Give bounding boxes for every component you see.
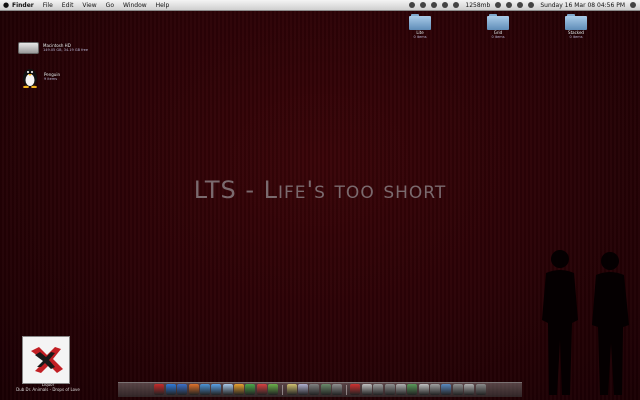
dock-app-icon[interactable] (177, 384, 188, 395)
wifi-icon[interactable] (517, 2, 524, 8)
battery-icon[interactable] (528, 2, 535, 8)
desktop-drive-penguin[interactable]: Penguin 9 items (20, 66, 80, 88)
dock-app-icon[interactable] (320, 384, 331, 395)
volume-icon[interactable] (506, 2, 513, 8)
dock-app-icon[interactable] (211, 384, 222, 395)
folder-icon (487, 14, 509, 30)
dock-app-icon[interactable] (475, 384, 486, 395)
dock-app-icon[interactable] (464, 384, 475, 395)
dock-separator (345, 385, 347, 395)
drive-sub: 149.05 GB, 34.19 GB free (43, 48, 88, 52)
dock-app-icon[interactable] (407, 384, 418, 395)
dock-app-icon[interactable] (452, 384, 463, 395)
menu-go[interactable]: Go (106, 2, 114, 9)
dock-app-icon[interactable] (373, 384, 384, 395)
album-artist: Dub Dr. Animals - Drops of Love (16, 387, 80, 392)
dock-app-icon[interactable] (309, 384, 320, 395)
spotlight-icon[interactable] (630, 2, 636, 8)
dock-app-icon[interactable] (268, 384, 279, 395)
album-artwork[interactable] (22, 336, 70, 384)
dock-app-icon[interactable] (361, 384, 372, 395)
wallpaper-headline: LTS - Life's too short (193, 176, 447, 204)
dock-app-icon[interactable] (332, 384, 343, 395)
menu-finder[interactable]: Finder (12, 2, 34, 9)
dock-app-icon[interactable] (286, 384, 297, 395)
dock-app-icon[interactable] (441, 384, 452, 395)
status-icon[interactable] (431, 2, 438, 8)
status-icon[interactable] (420, 2, 427, 8)
bluetooth-icon[interactable] (495, 2, 502, 8)
folder-sub: 0 items (491, 35, 505, 39)
dock-app-icon[interactable] (430, 384, 441, 395)
folder-icon (409, 14, 431, 30)
dock-app-icon[interactable] (165, 384, 176, 395)
dock-app-icon[interactable] (188, 384, 199, 395)
dock-app-icon[interactable] (199, 384, 210, 395)
status-icon[interactable] (409, 2, 416, 8)
folder-sub: 0 items (413, 35, 427, 39)
memory-readout[interactable]: 1258mb (465, 2, 490, 9)
dock-app-icon[interactable] (418, 384, 429, 395)
dock-app-icon[interactable] (222, 384, 233, 395)
hard-drive-icon (18, 42, 40, 54)
desktop-folder[interactable]: Grid 0 items (482, 14, 514, 40)
penguin-icon (23, 69, 37, 88)
desktop-drive-macintosh-hd[interactable]: Macintosh HD 149.05 GB, 34.19 GB free (18, 42, 88, 54)
now-playing-info: Liquor Dub Dr. Animals - Drops of Love (8, 382, 88, 392)
menu-extras: 1258mb Sunday 16 Mar 08 04:56 PM (404, 0, 636, 10)
menu-clock[interactable]: Sunday 16 Mar 08 04:56 PM (540, 2, 625, 9)
dock-app-icon[interactable] (395, 384, 406, 395)
menu-file[interactable]: File (43, 2, 53, 9)
desktop-folder[interactable]: Lite 0 items (404, 14, 436, 40)
desktop-folder[interactable]: Stacked 0 items (560, 14, 592, 40)
gear-icon[interactable] (442, 2, 449, 8)
dock-app-icon[interactable] (245, 384, 256, 395)
menu-bar: ● Finder File Edit View Go Window Help 1… (0, 0, 640, 11)
dock (118, 382, 522, 397)
menu-edit[interactable]: Edit (62, 2, 74, 9)
album-art-icon (23, 337, 69, 383)
silhouette-figures-image (542, 250, 629, 395)
folder-icon (565, 14, 587, 30)
dock-app-icon[interactable] (384, 384, 395, 395)
apple-menu-icon[interactable]: ● (0, 1, 12, 9)
menu-help[interactable]: Help (156, 2, 170, 9)
folder-sub: 0 items (569, 35, 583, 39)
dock-app-icon[interactable] (350, 384, 361, 395)
dock-app-icon[interactable] (234, 384, 245, 395)
menu-view[interactable]: View (82, 2, 96, 9)
menu-window[interactable]: Window (123, 2, 147, 9)
dock-app-icon[interactable] (297, 384, 308, 395)
dock-app-icon[interactable] (154, 384, 165, 395)
status-icon[interactable] (453, 2, 460, 8)
dock-separator (281, 385, 283, 395)
drive-sub: 9 items (44, 77, 58, 81)
dock-app-icon[interactable] (256, 384, 267, 395)
